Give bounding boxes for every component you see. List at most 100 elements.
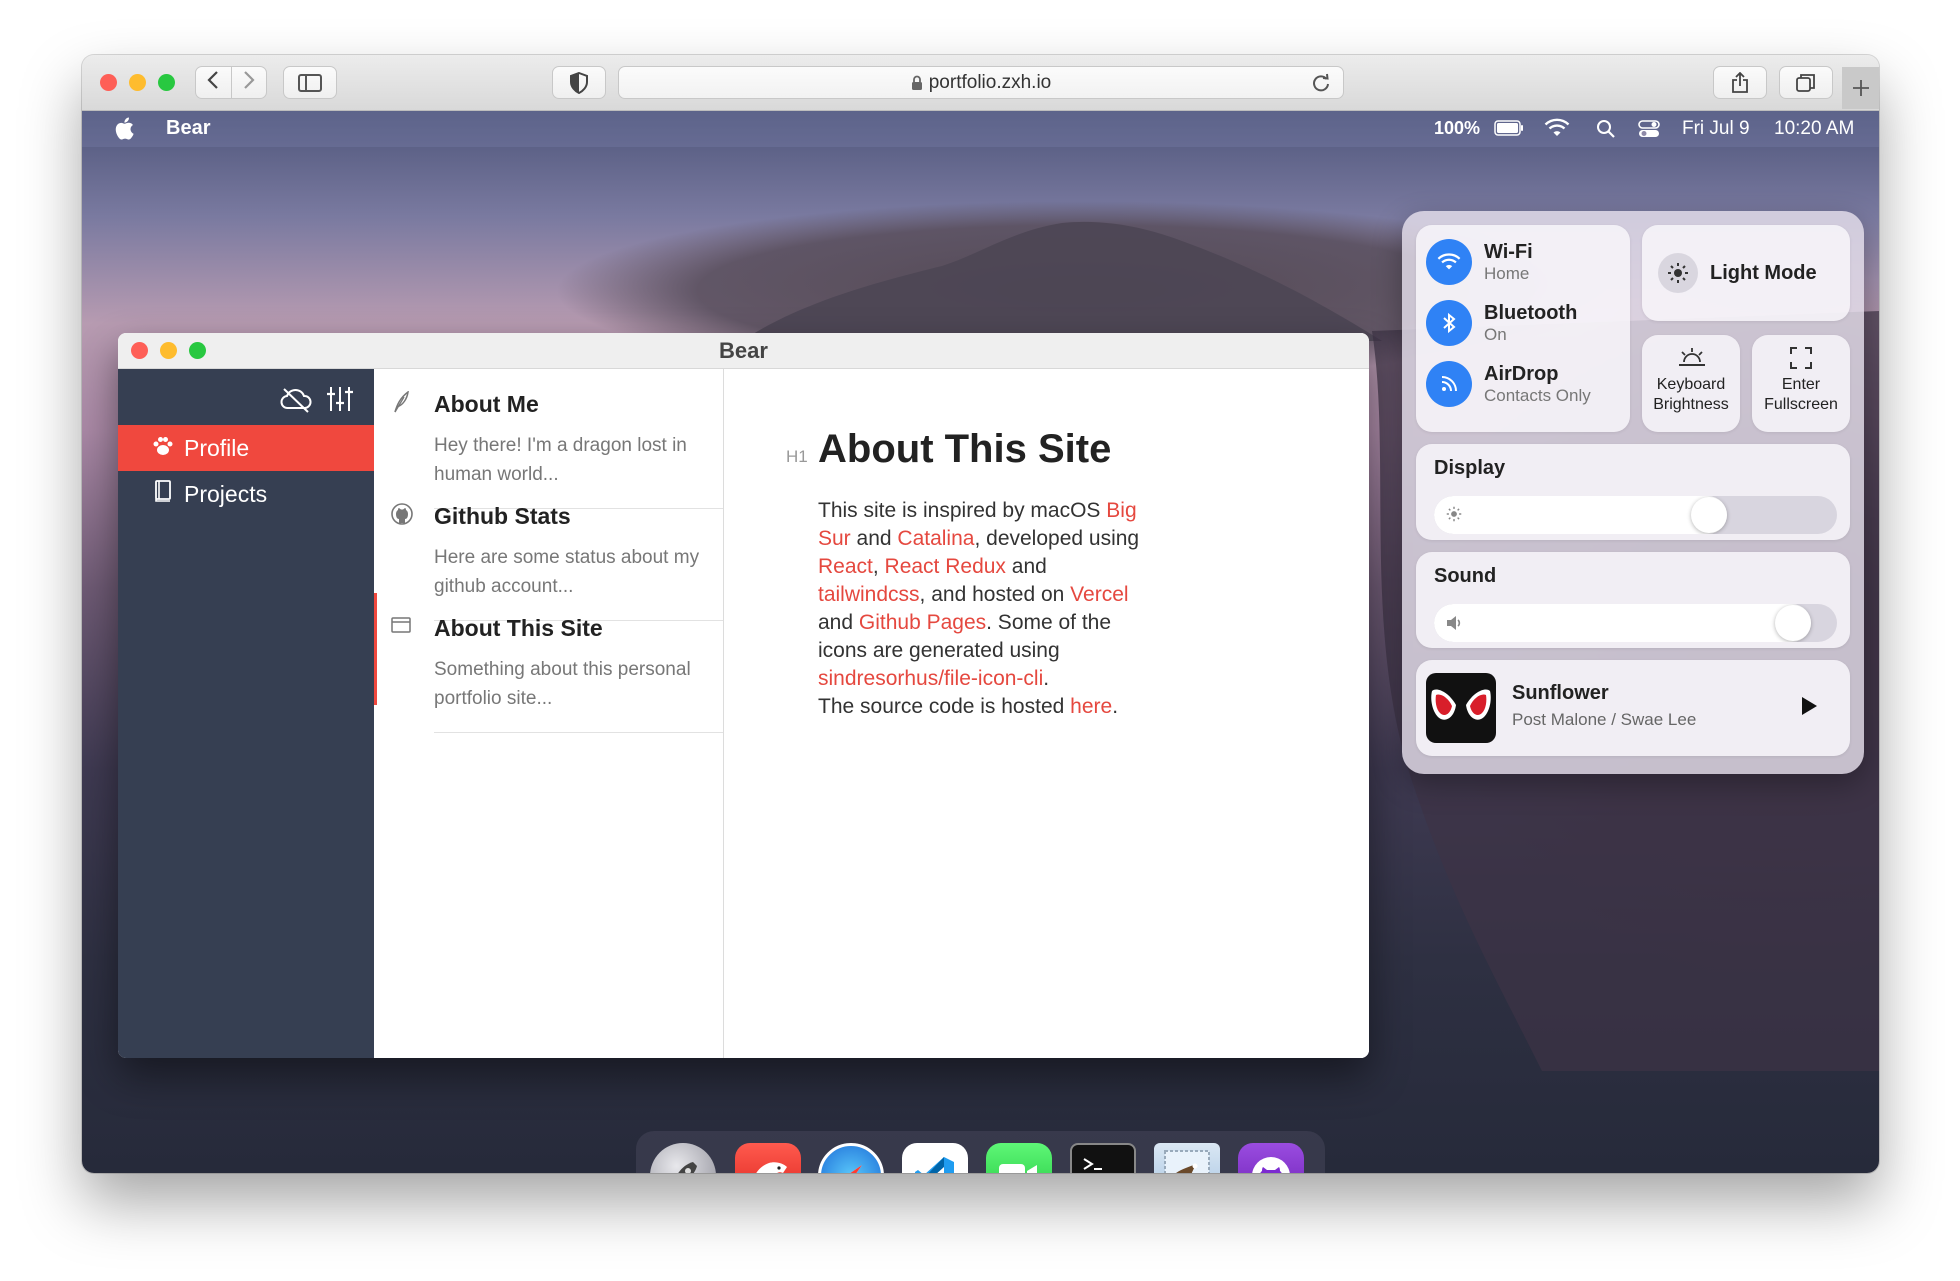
album-art bbox=[1426, 673, 1496, 743]
enter-fullscreen-button[interactable]: Enter Fullscreen bbox=[1752, 335, 1850, 432]
keyboard-brightness-button[interactable]: Keyboard Brightness bbox=[1642, 335, 1740, 432]
sound-slider-knob[interactable] bbox=[1775, 605, 1811, 641]
wifi-status-icon[interactable] bbox=[1544, 118, 1570, 144]
menu-time[interactable]: 10:20 AM bbox=[1774, 118, 1854, 140]
menu-app-name[interactable]: Bear bbox=[166, 117, 210, 140]
display-tile: Display bbox=[1416, 444, 1850, 540]
keyboard-brightness-icon bbox=[1678, 347, 1706, 372]
brightness-icon bbox=[1446, 506, 1462, 527]
link-react[interactable]: React bbox=[818, 555, 873, 578]
feather-icon bbox=[392, 390, 410, 418]
link-file-icon-cli[interactable]: sindresorhus/file-icon-cli bbox=[818, 667, 1043, 690]
dock-mail[interactable] bbox=[1154, 1143, 1220, 1173]
active-note-indicator bbox=[374, 593, 377, 705]
bluetooth-label: Bluetooth bbox=[1484, 301, 1578, 324]
close-button[interactable] bbox=[100, 74, 117, 91]
bear-sidebar: Profile Projects bbox=[118, 369, 374, 1058]
bear-icon bbox=[756, 1162, 787, 1173]
minimize-button[interactable] bbox=[129, 74, 146, 91]
link-catalina[interactable]: Catalina bbox=[897, 527, 974, 550]
label-line: Enter bbox=[1781, 376, 1821, 393]
lock-icon bbox=[911, 75, 922, 90]
menu-date[interactable]: Fri Jul 9 bbox=[1682, 118, 1750, 140]
note-summary: Something about this personal portfolio … bbox=[434, 659, 691, 709]
dock-bear[interactable] bbox=[735, 1143, 801, 1173]
plus-icon bbox=[1852, 80, 1869, 96]
address-bar[interactable]: portfolio.zxh.io bbox=[618, 66, 1344, 99]
filter-sliders-icon[interactable] bbox=[326, 385, 354, 418]
dock-github[interactable] bbox=[1238, 1143, 1304, 1173]
dock-facetime[interactable] bbox=[986, 1143, 1052, 1173]
now-playing-tile: Sunflower Post Malone / Swae Lee bbox=[1416, 660, 1850, 756]
notebook-icon bbox=[154, 480, 172, 508]
light-mode-label: Light Mode bbox=[1710, 261, 1817, 284]
text: and bbox=[850, 527, 898, 550]
keyboard-brightness-label: Keyboard Brightness bbox=[1642, 375, 1740, 415]
link-tailwindcss[interactable]: tailwindcss bbox=[818, 583, 920, 606]
display-slider-knob[interactable] bbox=[1691, 497, 1727, 533]
airdrop-toggle[interactable]: AirDrop Contacts Only bbox=[1426, 361, 1591, 407]
bluetooth-toggle[interactable]: Bluetooth On bbox=[1426, 300, 1577, 346]
sidebar-toggle-button[interactable] bbox=[283, 66, 337, 99]
divider bbox=[434, 732, 723, 733]
privacy-shield-button[interactable] bbox=[552, 66, 606, 99]
text: and bbox=[1005, 555, 1047, 578]
link-vercel[interactable]: Vercel bbox=[1070, 583, 1128, 606]
control-center: Wi-Fi Home Bluetooth On AirDrop Contacts… bbox=[1402, 211, 1864, 774]
note-title: Github Stats bbox=[434, 503, 571, 529]
bluetooth-status: On bbox=[1484, 324, 1507, 344]
display-slider-fill bbox=[1434, 496, 1727, 534]
text: . bbox=[1043, 667, 1050, 690]
zoom-button[interactable] bbox=[158, 74, 175, 91]
link-here[interactable]: here bbox=[1070, 695, 1112, 718]
apple-icon[interactable] bbox=[114, 117, 134, 146]
link-react-redux[interactable]: React Redux bbox=[885, 555, 1006, 578]
dock-vscode[interactable] bbox=[902, 1143, 968, 1173]
sound-slider[interactable] bbox=[1434, 604, 1837, 642]
tabs-overview-button[interactable] bbox=[1779, 66, 1833, 99]
note-item-about-this-site[interactable]: About This Site Something about this per… bbox=[374, 593, 723, 733]
paw-icon bbox=[152, 435, 174, 462]
note-editor[interactable]: H1 About This Site This site is inspired… bbox=[724, 369, 1369, 1058]
airdrop-label: AirDrop bbox=[1484, 362, 1559, 385]
bear-minimize-button[interactable] bbox=[160, 342, 177, 359]
airdrop-status: Contacts Only bbox=[1484, 385, 1591, 405]
bear-window: Bear Profile Projects About Me Hey there… bbox=[118, 333, 1369, 1058]
desktop: Bear 100% Fri Jul 9 10:20 AM Bear Profil… bbox=[82, 111, 1879, 1173]
display-slider[interactable] bbox=[1434, 496, 1837, 534]
sidebar-item-profile[interactable]: Profile bbox=[118, 425, 374, 471]
play-icon[interactable] bbox=[1800, 696, 1818, 721]
share-button[interactable] bbox=[1713, 66, 1767, 99]
control-center-icon[interactable] bbox=[1638, 119, 1660, 145]
reload-icon[interactable] bbox=[1311, 73, 1331, 99]
dock-safari[interactable] bbox=[818, 1143, 884, 1173]
forward-icon[interactable] bbox=[231, 70, 266, 95]
text: This site is inspired by macOS bbox=[818, 499, 1107, 522]
bear-zoom-button[interactable] bbox=[189, 342, 206, 359]
note-paragraph-source: The source code is hosted here. bbox=[818, 693, 1218, 721]
sidebar-icon bbox=[298, 73, 322, 92]
cloud-off-icon[interactable] bbox=[280, 387, 312, 418]
new-tab-button[interactable] bbox=[1842, 67, 1879, 109]
safari-window: portfolio.zxh.io Bear 100% Fri Jul 9 10:… bbox=[82, 55, 1879, 1173]
battery-icon[interactable] bbox=[1494, 120, 1524, 142]
sun-icon bbox=[1658, 253, 1698, 293]
bear-window-title: Bear bbox=[719, 338, 768, 363]
label-line: Brightness bbox=[1653, 396, 1729, 413]
back-icon[interactable] bbox=[196, 70, 231, 95]
bear-close-button[interactable] bbox=[131, 342, 148, 359]
spotlight-search-icon[interactable] bbox=[1596, 119, 1616, 145]
note-paragraph: This site is inspired by macOS Big Sur a… bbox=[818, 497, 1148, 693]
url-text: portfolio.zxh.io bbox=[928, 71, 1052, 93]
link-github-pages[interactable]: Github Pages bbox=[859, 611, 986, 634]
sidebar-item-projects[interactable]: Projects bbox=[118, 471, 374, 517]
dock-launchpad[interactable] bbox=[650, 1143, 716, 1173]
dock-terminal[interactable] bbox=[1070, 1143, 1136, 1173]
fullscreen-label: Enter Fullscreen bbox=[1752, 375, 1850, 415]
sound-tile: Sound bbox=[1416, 552, 1850, 648]
tabs-icon bbox=[1796, 73, 1815, 92]
song-artist: Post Malone / Swae Lee bbox=[1512, 710, 1697, 729]
h1-marker: H1 bbox=[786, 447, 808, 466]
wifi-toggle[interactable]: Wi-Fi Home bbox=[1426, 239, 1533, 285]
light-mode-toggle[interactable]: Light Mode bbox=[1642, 225, 1850, 321]
